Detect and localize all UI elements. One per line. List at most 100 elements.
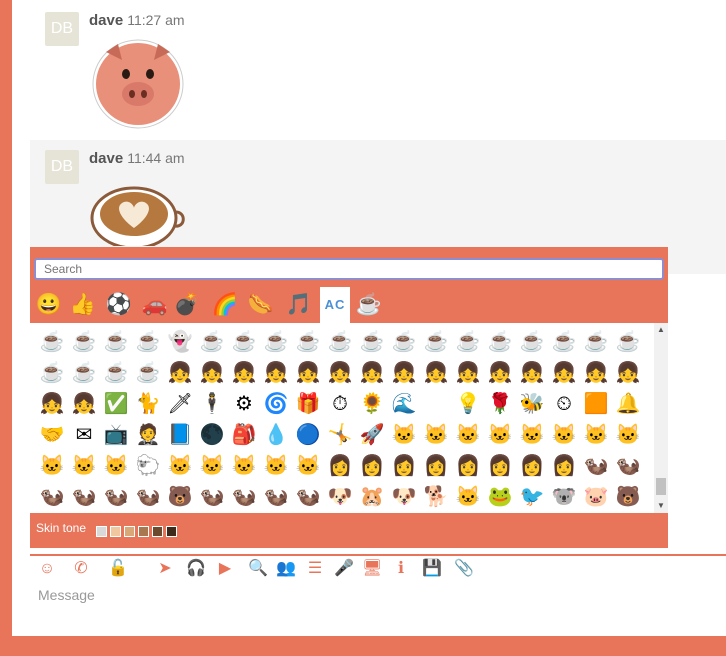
- emoji-cell[interactable]: 🐱: [452, 482, 484, 513]
- emoji-cell[interactable]: 👩: [484, 451, 516, 482]
- emoji-cell[interactable]: ☕: [612, 327, 644, 358]
- emoji-cell[interactable]: 🎁: [292, 389, 324, 420]
- emoji-cell[interactable]: 👧: [164, 358, 196, 389]
- emoji-cell[interactable]: 👩: [324, 451, 356, 482]
- emoji-cell[interactable]: 🔵: [292, 420, 324, 451]
- emoji-cell[interactable]: 🐶: [324, 482, 356, 513]
- emoji-cell[interactable]: 👧: [260, 358, 292, 389]
- emoji-cell[interactable]: 👧: [68, 389, 100, 420]
- message-input[interactable]: [36, 586, 640, 604]
- emoji-cell[interactable]: 🐱: [36, 451, 68, 482]
- emoji-cell[interactable]: 🐱: [484, 420, 516, 451]
- message-author[interactable]: dave 11:27 am: [89, 12, 185, 29]
- skin-tone-swatch[interactable]: [96, 526, 107, 537]
- emoji-cell[interactable]: 🐱: [260, 451, 292, 482]
- category-custom-tab[interactable]: AC: [320, 287, 350, 323]
- emoji-cell[interactable]: ☕: [484, 327, 516, 358]
- emoji-cell[interactable]: 🕴: [196, 389, 228, 420]
- desktop-icon[interactable]: 🖥: [362, 560, 382, 578]
- emoji-cell[interactable]: 🐱: [516, 420, 548, 451]
- emoji-cell[interactable]: 🐱: [420, 420, 452, 451]
- emoji-cell[interactable]: 🐱: [548, 420, 580, 451]
- emoji-cell[interactable]: 👩: [388, 451, 420, 482]
- emoji-cell[interactable]: 🦦: [196, 482, 228, 513]
- emoji-cell[interactable]: 💡: [452, 389, 484, 420]
- emoji-cell[interactable]: 🌹: [484, 389, 516, 420]
- emoji-cell[interactable]: 🌊: [388, 389, 420, 420]
- emoji-cell[interactable]: 🦦: [228, 482, 260, 513]
- scroll-down-icon[interactable]: ▼: [654, 499, 668, 513]
- emoji-cell[interactable]: 🐱: [228, 451, 260, 482]
- emoji-scrollbar[interactable]: ▲ ▼: [654, 323, 668, 513]
- category-music-icon[interactable]: 🎵: [284, 287, 314, 323]
- emoji-cell[interactable]: 🦦: [100, 482, 132, 513]
- emoji-cell[interactable]: ☕: [36, 327, 68, 358]
- category-smileys-icon[interactable]: 😀: [34, 287, 64, 323]
- emoji-cell[interactable]: 🐨: [548, 482, 580, 513]
- emoji-cell[interactable]: 🟧: [580, 389, 612, 420]
- emoji-cell[interactable]: 👻: [164, 327, 196, 358]
- emoji-cell[interactable]: 👧: [196, 358, 228, 389]
- emoji-cell[interactable]: 👧: [292, 358, 324, 389]
- emoji-cell[interactable]: ☕: [548, 327, 580, 358]
- emoji-cell[interactable]: 🐝: [516, 389, 548, 420]
- emoji-cell[interactable]: 📺: [100, 420, 132, 451]
- emoji-cell[interactable]: 🐱: [164, 451, 196, 482]
- emoji-cell[interactable]: 👧: [548, 358, 580, 389]
- paperclip-icon[interactable]: 📎: [454, 560, 474, 578]
- emoji-cell[interactable]: 👧: [612, 358, 644, 389]
- emoji-cell[interactable]: 👩: [516, 451, 548, 482]
- emoji-cell[interactable]: 🐱: [68, 451, 100, 482]
- emoji-cell[interactable]: 🐱: [452, 420, 484, 451]
- emoji-cell[interactable]: 🐷: [580, 482, 612, 513]
- emoji-cell[interactable]: ⏲: [548, 389, 580, 420]
- emoji-cell[interactable]: ☕: [260, 327, 292, 358]
- emoji-cell[interactable]: 🐱: [388, 420, 420, 451]
- emoji-cell[interactable]: 🐱: [100, 451, 132, 482]
- skin-tone-swatch[interactable]: [166, 526, 177, 537]
- category-travel-icon[interactable]: 🚗: [140, 287, 170, 323]
- emoji-cell[interactable]: 🦦: [68, 482, 100, 513]
- emoji-cell[interactable]: 👩: [548, 451, 580, 482]
- emoji-search-input[interactable]: [34, 258, 664, 280]
- category-people-icon[interactable]: 👍: [68, 287, 98, 323]
- emoji-cell[interactable]: ⚙: [228, 389, 260, 420]
- emoji-cell[interactable]: 👧: [228, 358, 260, 389]
- emoji-cell[interactable]: 🐦: [516, 482, 548, 513]
- emoji-cell[interactable]: 🌀: [260, 389, 292, 420]
- emoji-cell[interactable]: 🦦: [580, 451, 612, 482]
- emoji-cell[interactable]: 📘: [164, 420, 196, 451]
- emoji-cell[interactable]: 🐱: [580, 420, 612, 451]
- emoji-cell[interactable]: 🐕: [420, 482, 452, 513]
- emoji-cell[interactable]: 🗡: [164, 389, 196, 420]
- microphone-icon[interactable]: 🎤: [334, 560, 354, 578]
- category-objects-icon[interactable]: 💣: [172, 287, 202, 323]
- headset-icon[interactable]: 🎧: [186, 560, 206, 578]
- skin-tone-swatch[interactable]: [124, 526, 135, 537]
- emoji-cell[interactable]: 👧: [388, 358, 420, 389]
- emoji-cell[interactable]: 🐹: [356, 482, 388, 513]
- category-stickers-icon[interactable]: ☕: [354, 287, 384, 323]
- emoji-cell[interactable]: 🤵: [132, 420, 164, 451]
- emoji-cell[interactable]: ☕: [100, 358, 132, 389]
- emoji-cell[interactable]: 🐱: [292, 451, 324, 482]
- emoji-cell[interactable]: 👧: [420, 358, 452, 389]
- emoji-cell[interactable]: ☕: [68, 358, 100, 389]
- location-arrow-icon[interactable]: ➤: [156, 560, 174, 578]
- emoji-cell[interactable]: 🐱: [196, 451, 228, 482]
- people-icon[interactable]: 👥: [276, 560, 296, 578]
- emoji-cell[interactable]: 🐱: [612, 420, 644, 451]
- emoji-cell[interactable]: 👧: [452, 358, 484, 389]
- message-author[interactable]: dave 11:44 am: [89, 150, 185, 167]
- emoji-cell[interactable]: ☕: [420, 327, 452, 358]
- skin-tone-swatch[interactable]: [138, 526, 149, 537]
- emoji-cell[interactable]: ☕: [356, 327, 388, 358]
- emoji-cell[interactable]: 🐻: [612, 482, 644, 513]
- list-icon[interactable]: ☰: [306, 560, 324, 578]
- emoji-cell[interactable]: 🔔: [612, 389, 644, 420]
- lock-open-icon[interactable]: 🔓: [108, 560, 128, 578]
- skin-tone-swatch[interactable]: [110, 526, 121, 537]
- emoji-cell[interactable]: 👧: [324, 358, 356, 389]
- avatar[interactable]: DB: [45, 150, 79, 184]
- emoji-cell[interactable]: 🌻: [356, 389, 388, 420]
